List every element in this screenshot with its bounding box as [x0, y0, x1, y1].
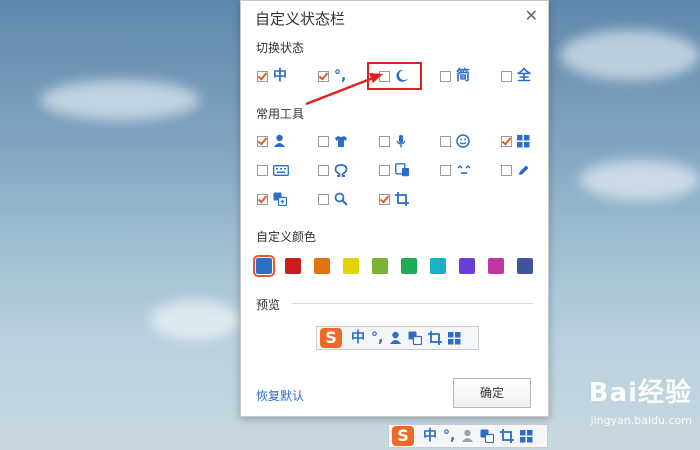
chinese-mode-icon[interactable]: 中: [423, 428, 437, 444]
checkbox-tool-translate[interactable]: [257, 193, 268, 205]
watermark-url: jingyan.baidu.com: [590, 414, 692, 427]
checkbox-tool-shirt[interactable]: [318, 135, 329, 147]
shirt-icon: [334, 135, 348, 148]
checkbox-tool-pen[interactable]: [501, 164, 512, 176]
tool-keyboard[interactable]: [257, 162, 289, 178]
search-icon: [334, 192, 348, 206]
color-swatch-navy[interactable]: [517, 258, 533, 274]
grid-icon: [448, 331, 461, 345]
tool-symbols[interactable]: [318, 162, 348, 178]
tool-shirt[interactable]: [318, 133, 348, 149]
user-icon: [273, 134, 286, 148]
color-swatch-blue[interactable]: [253, 255, 275, 277]
emoticon-icon: [456, 164, 472, 176]
user-icon: [389, 331, 402, 345]
checkbox-tool-voice[interactable]: [379, 135, 390, 147]
annotation-arrow: [305, 73, 383, 106]
option-chinese-mode[interactable]: 中: [257, 68, 287, 84]
color-swatch-purple[interactable]: [459, 258, 475, 274]
sogou-logo: S: [320, 328, 342, 348]
microphone-icon: [395, 134, 407, 148]
ime-statusbar[interactable]: S 中 °,: [388, 424, 548, 448]
tool-handwriting[interactable]: [501, 162, 530, 178]
tool-toolbox[interactable]: [501, 133, 530, 149]
checkbox-tool-crop[interactable]: [379, 193, 390, 205]
checkbox-tool-user[interactable]: [257, 135, 268, 147]
punctuation-icon: °,: [371, 330, 384, 346]
tool-voice[interactable]: [379, 133, 407, 149]
color-swatch-orange[interactable]: [314, 258, 330, 274]
tool-devices[interactable]: [379, 162, 410, 178]
baidu-jingyan-watermark: Bai经验 jingyan.baidu.com: [588, 372, 692, 427]
checkbox-fullwidth[interactable]: [501, 70, 512, 82]
crop-icon: [395, 192, 409, 206]
close-icon[interactable]: ✕: [525, 6, 538, 25]
color-section-title: 自定义颜色: [256, 230, 317, 244]
crop-icon[interactable]: [500, 429, 515, 443]
translate-icon: [408, 331, 423, 345]
dialog-title: 自定义状态栏: [255, 10, 346, 28]
crop-icon: [428, 331, 443, 345]
checkbox-tool-symbols[interactable]: [318, 164, 329, 176]
omega-icon: [334, 163, 348, 177]
color-swatch-yellow[interactable]: [343, 258, 359, 274]
color-swatch-green[interactable]: [401, 258, 417, 274]
grid-icon: [517, 134, 530, 148]
checkbox-tool-grid[interactable]: [501, 135, 512, 147]
option-fullwidth[interactable]: 全: [501, 68, 531, 84]
watermark-brand: Bai经验: [588, 378, 692, 408]
switch-section-title: 切换状态: [256, 41, 305, 55]
preview-label: 预览: [256, 298, 281, 312]
chinese-mode-icon: 中: [273, 68, 287, 84]
translate-icon: [273, 192, 287, 206]
smiley-icon: [456, 134, 470, 148]
checkbox-chinese-mode[interactable]: [257, 70, 268, 82]
checkbox-tool-keyboard[interactable]: [257, 164, 268, 176]
tool-emoji[interactable]: [440, 133, 470, 149]
checkbox-tool-kaomoji[interactable]: [440, 164, 451, 176]
color-swatch-magenta[interactable]: [488, 258, 504, 274]
color-swatch-lime[interactable]: [372, 258, 388, 274]
devices-icon: [395, 163, 410, 177]
restore-defaults-link[interactable]: 恢复默认: [256, 387, 304, 404]
color-swatch-red[interactable]: [285, 258, 301, 274]
color-swatch-cyan[interactable]: [430, 258, 446, 274]
sogou-logo[interactable]: S: [392, 426, 414, 446]
checkbox-tool-search[interactable]: [318, 193, 329, 205]
checkbox-simplified[interactable]: [440, 70, 451, 82]
tool-skin[interactable]: [257, 133, 286, 149]
fullwidth-icon: 全: [517, 68, 531, 84]
keyboard-icon: [273, 164, 289, 176]
checkbox-tool-devices[interactable]: [379, 164, 390, 176]
custom-statusbar-dialog: 自定义状态栏 ✕ 切换状态 中 °, 简 全 常用工具 自定义颜色 预览 S 中…: [240, 0, 549, 417]
option-simplified[interactable]: 简: [440, 68, 470, 84]
preview-divider: [292, 303, 533, 304]
tools-section-title: 常用工具: [256, 107, 305, 121]
checkbox-tool-emoji[interactable]: [440, 135, 451, 147]
translate-icon[interactable]: [480, 429, 495, 443]
pen-icon: [517, 164, 530, 177]
tool-screenshot[interactable]: [379, 191, 409, 207]
punctuation-icon[interactable]: °,: [443, 428, 455, 444]
simplified-icon: 简: [456, 68, 470, 84]
chinese-mode-icon: 中: [351, 330, 365, 346]
tool-kaomoji[interactable]: [440, 162, 472, 178]
grid-icon[interactable]: [520, 429, 533, 443]
ok-button[interactable]: 确定: [453, 378, 531, 408]
tool-translate[interactable]: [257, 191, 287, 207]
user-icon[interactable]: [461, 429, 474, 443]
tool-search[interactable]: [318, 191, 348, 207]
preview-statusbar: S 中 °,: [316, 326, 479, 350]
